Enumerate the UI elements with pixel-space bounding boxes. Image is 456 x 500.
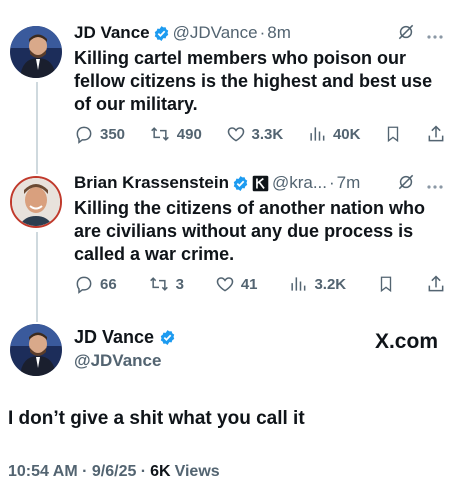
avatar[interactable] <box>10 26 62 78</box>
retweet-count: 490 <box>176 125 202 143</box>
affiliate-badge-icon <box>252 175 269 192</box>
views-button[interactable]: 40K <box>307 124 361 144</box>
views-icon <box>291 277 306 291</box>
tweet-header: Brian Krassenstein @kra... · 7m <box>74 172 448 194</box>
tweet-text: Killing the citizens of another nation w… <box>74 198 425 264</box>
author-name[interactable]: JD Vance <box>74 327 154 348</box>
retweet-button[interactable]: 490 <box>149 124 202 144</box>
views-label: Views <box>174 463 220 480</box>
retweet-icon <box>149 277 168 291</box>
views-icon <box>310 127 325 141</box>
tweet-text: Killing cartel members who poison our fe… <box>74 48 433 114</box>
share-icon <box>428 125 444 142</box>
bookmark-icon <box>388 126 399 143</box>
grok-icon[interactable] <box>396 22 416 47</box>
x-logo: X.com <box>374 330 438 353</box>
like-icon <box>216 277 234 292</box>
main-author[interactable]: JD Vance <box>74 327 179 348</box>
verified-badge-icon <box>153 25 170 42</box>
views-count: 6K <box>150 463 171 480</box>
reply-count: 350 <box>100 125 126 143</box>
reply-count: 66 <box>100 275 117 293</box>
retweet-icon <box>150 127 169 141</box>
verified-badge-icon <box>159 329 176 346</box>
tweet-1[interactable]: JD Vance @JDVance · 8m Killing cartel me… <box>74 22 448 116</box>
author-handle[interactable]: @kra... <box>272 173 327 193</box>
separator-dot: · <box>329 173 335 192</box>
retweet-button[interactable]: 3 <box>148 274 184 294</box>
like-icon <box>227 127 244 142</box>
avatar[interactable] <box>10 176 62 228</box>
like-button[interactable]: 3.3K <box>226 124 284 144</box>
share-icon <box>428 275 444 292</box>
thread-line-1 <box>36 82 38 174</box>
author-handle[interactable]: @JDVance <box>74 351 161 371</box>
timestamp[interactable]: 10:54 AM · 9/6/25 · <box>8 463 146 481</box>
views-count: 3.2K <box>314 275 347 293</box>
bookmark-button[interactable] <box>384 124 402 144</box>
like-count: 41 <box>240 275 258 293</box>
timestamp[interactable]: 8m <box>267 23 291 43</box>
more-icon[interactable] <box>426 24 444 45</box>
reply-button[interactable]: 66 <box>74 274 117 294</box>
author-name[interactable]: Brian Krassenstein <box>74 173 229 193</box>
like-count: 3.3K <box>251 125 284 143</box>
tweet-actions: 350 490 3.3K 40K <box>74 124 446 144</box>
avatar[interactable] <box>10 324 62 376</box>
share-button[interactable] <box>426 274 446 294</box>
bookmark-button[interactable] <box>377 274 395 294</box>
thread-line-2 <box>36 232 38 322</box>
tweet-actions: 66 3 41 3.2K <box>74 274 446 294</box>
author-name[interactable]: JD Vance <box>74 23 150 43</box>
more-icon[interactable] <box>426 174 444 195</box>
tweet-text: I don’t give a shit what you call it <box>8 408 305 429</box>
retweet-count: 3 <box>175 275 184 293</box>
views-button[interactable]: 3.2K <box>288 274 346 294</box>
verified-badge-icon <box>232 175 249 192</box>
reply-icon <box>76 276 92 294</box>
tweet-meta: 10:54 AM · 9/6/25 · 6K Views <box>8 463 220 481</box>
author-handle[interactable]: @JDVance <box>173 23 258 43</box>
views-count: 40K <box>332 125 361 143</box>
timestamp[interactable]: 7m <box>337 173 361 193</box>
tweet-header: JD Vance @JDVance · 8m <box>74 22 448 44</box>
separator-dot: · <box>259 23 266 42</box>
like-button[interactable]: 41 <box>215 274 258 294</box>
reply-icon <box>76 126 92 144</box>
tweet-2[interactable]: Brian Krassenstein @kra... · 7m Killing … <box>74 172 448 266</box>
reply-button[interactable]: 350 <box>74 124 125 144</box>
share-button[interactable] <box>426 124 446 144</box>
grok-icon[interactable] <box>396 172 416 197</box>
bookmark-icon <box>380 276 392 293</box>
